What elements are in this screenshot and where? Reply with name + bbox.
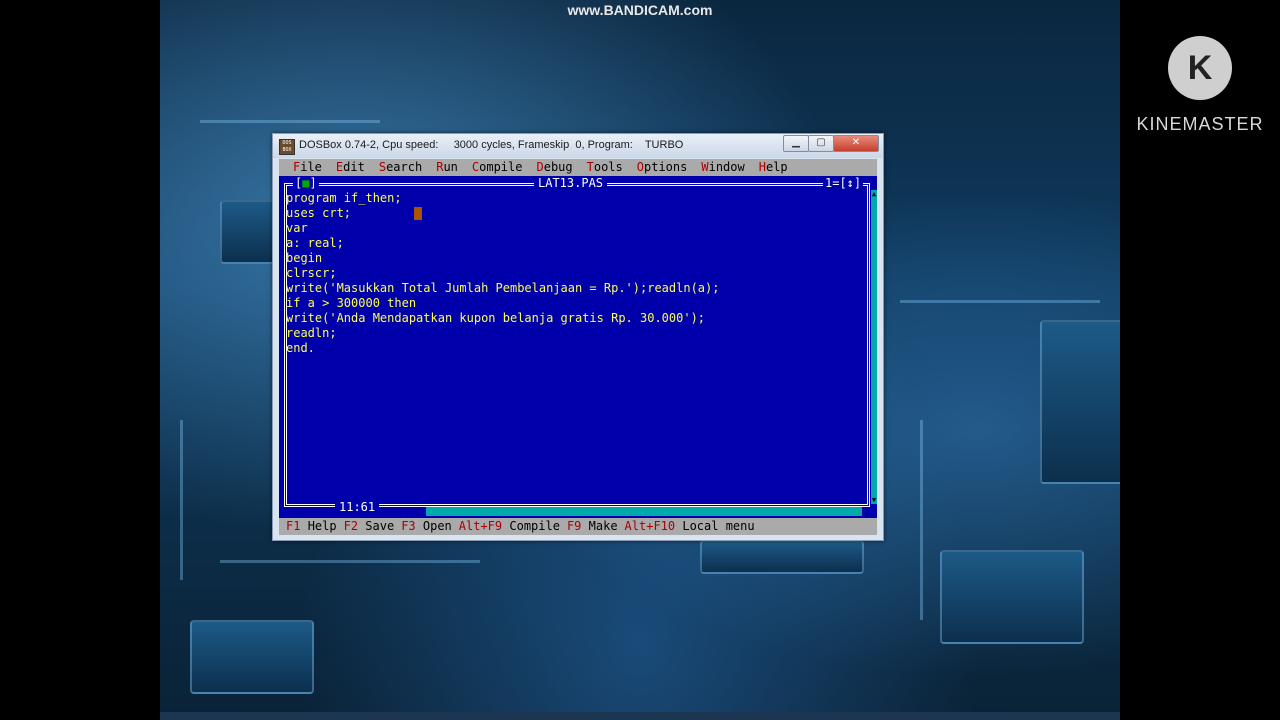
circuit-chip <box>700 540 864 574</box>
menu-window[interactable]: Window <box>701 159 744 176</box>
minimize-icon: ▁ <box>792 137 800 148</box>
menu-label: ile <box>300 160 322 174</box>
minimize-button[interactable]: ▁ <box>783 135 809 152</box>
kinemaster-text: KINEMASTER <box>1136 114 1264 134</box>
status-shortcut-save[interactable]: F2 Save <box>344 518 395 535</box>
shortcut-label: Save <box>365 519 395 533</box>
shortcut-key: Alt+F10 <box>624 519 676 533</box>
menu-hotkey: T <box>586 160 594 174</box>
horizontal-scrollbar[interactable] <box>416 507 862 516</box>
shortcut-label: Open <box>422 519 452 533</box>
code-line[interactable]: a: real; <box>286 236 719 251</box>
cursor-position: 11:61 <box>335 500 380 514</box>
status-shortcut-compile[interactable]: Alt+F9 Compile <box>459 518 560 535</box>
status-shortcut-help[interactable]: F1 Help <box>286 518 337 535</box>
menu-label: ebug <box>543 160 573 174</box>
shortcut-key: F9 <box>566 519 582 533</box>
circuit-trace <box>920 420 923 620</box>
menu-label: ompile <box>479 160 523 174</box>
code-line[interactable]: begin <box>286 251 719 266</box>
title-bar[interactable]: DOS BOX DOSBox 0.74-2, Cpu speed: 3000 c… <box>273 134 883 158</box>
maximize-icon: ▢ <box>816 137 826 148</box>
taskbar <box>160 712 1120 720</box>
dosbox-app-icon[interactable]: DOS BOX <box>279 139 295 155</box>
menu-edit[interactable]: Edit <box>336 159 365 176</box>
menu-search[interactable]: Search <box>379 159 422 176</box>
code-line[interactable]: readln; <box>286 326 719 341</box>
menu-options[interactable]: Options <box>637 159 688 176</box>
menu-hotkey: S <box>378 160 387 174</box>
window-title: DOSBox 0.74-2, Cpu speed: 3000 cycles, F… <box>299 139 684 151</box>
dosbox-window: DOS BOX DOSBox 0.74-2, Cpu speed: 3000 c… <box>272 133 884 541</box>
vertical-scrollbar[interactable]: ▲ ▼ <box>871 190 877 504</box>
menu-label: dit <box>343 160 365 174</box>
menu-label: ptions <box>644 160 688 174</box>
menu-file[interactable]: File <box>293 159 322 176</box>
circuit-trace <box>900 300 1100 303</box>
code-line[interactable]: write('Anda Mendapatkan kupon belanja gr… <box>286 311 719 326</box>
close-box-bracket: ] <box>309 176 317 190</box>
maximize-button[interactable]: ▢ <box>808 135 834 152</box>
circuit-chip <box>190 620 314 694</box>
recorder-watermark: www.BANDICAM.com <box>567 2 713 18</box>
shortcut-key: Alt+F9 <box>458 519 503 533</box>
circuit-chip <box>940 550 1084 644</box>
shortcut-key: F3 <box>401 519 416 533</box>
code-line[interactable]: program if_then; <box>286 191 719 206</box>
menu-compile[interactable]: Compile <box>472 159 523 176</box>
menu-hotkey: O <box>636 160 644 174</box>
shortcut-label: Make <box>588 519 618 533</box>
menu-hotkey: D <box>536 160 544 174</box>
menu-run[interactable]: Run <box>436 159 458 176</box>
code-line[interactable]: var <box>286 221 719 236</box>
horizontal-scroll-thumb[interactable] <box>416 507 426 516</box>
shortcut-label: Local menu <box>682 519 755 533</box>
close-icon: ✕ <box>851 137 861 148</box>
code-line[interactable]: end. <box>286 341 719 356</box>
circuit-trace <box>220 560 480 563</box>
menu-debug[interactable]: Debug <box>536 159 572 176</box>
circuit-trace <box>180 420 183 580</box>
scroll-down-icon[interactable]: ▼ <box>871 496 877 504</box>
menu-label: un <box>443 160 458 174</box>
editor-file-title: LAT13.PAS <box>534 176 608 190</box>
menu-hotkey: H <box>758 160 766 174</box>
editor-window[interactable]: [■] LAT13.PAS 1=[↕] program if_then; uses… <box>279 176 877 516</box>
text-cursor <box>414 207 422 220</box>
scroll-up-icon[interactable]: ▲ <box>871 190 877 198</box>
code-line[interactable]: clrscr; <box>286 266 719 281</box>
code-line[interactable]: uses crt; <box>286 206 719 221</box>
kinemaster-logo-letter: K <box>1187 49 1213 87</box>
code-area[interactable]: program if_then; uses crt; var a: real; begi… <box>286 191 719 356</box>
window-number-zoom[interactable]: 1=[↕] <box>823 176 864 190</box>
menu-label: ools <box>593 160 623 174</box>
shortcut-key: F1 <box>286 519 301 533</box>
shortcut-label: Help <box>307 519 337 533</box>
editor-close-box[interactable]: [■] <box>293 176 319 190</box>
status-shortcut-local-menu[interactable]: Alt+F10 Local menu <box>625 518 755 535</box>
code-line[interactable]: write('Masukkan Total Jumlah Pembelanjaa… <box>286 281 719 296</box>
menu-help[interactable]: Help <box>759 159 788 176</box>
menu-label: earch <box>386 160 423 174</box>
circuit-chip <box>1040 320 1120 484</box>
shortcut-key: F2 <box>343 519 359 533</box>
menu-tools[interactable]: Tools <box>587 159 623 176</box>
ide-menubar: File Edit Search Run Compile Debug Tools Option… <box>279 159 877 176</box>
menu-hotkey: W <box>701 160 709 174</box>
editor-watermark: K KINEMASTER <box>1120 30 1280 135</box>
status-shortcut-make[interactable]: F9 Make <box>567 518 618 535</box>
status-shortcut-open[interactable]: F3 Open <box>401 518 452 535</box>
dos-screen[interactable]: File Edit Search Run Compile Debug Tools Option… <box>279 159 877 535</box>
menu-label: indow <box>708 160 745 174</box>
ide-statusbar: F1 Help F2 Save F3 Open Alt+F9 Compile F9 Ma… <box>279 518 877 535</box>
menu-label: elp <box>765 160 788 174</box>
kinemaster-logo-icon: K <box>1168 36 1232 100</box>
circuit-trace <box>200 120 380 123</box>
shortcut-label: Compile <box>509 519 560 533</box>
close-button[interactable]: ✕ <box>833 135 879 152</box>
code-line[interactable]: if a > 300000 then <box>286 296 719 311</box>
